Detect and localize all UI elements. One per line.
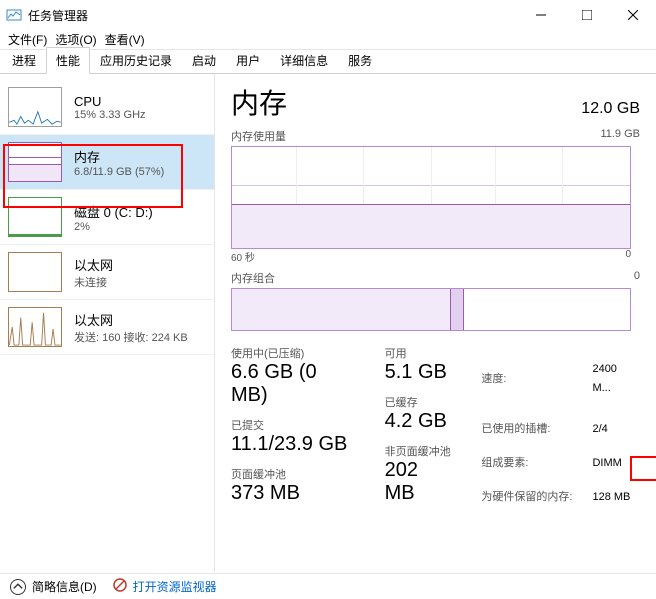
committed-value: 11.1/23.9 GB [231, 433, 359, 456]
composition-in-use [232, 289, 451, 330]
cpu-sparkline-icon [8, 87, 62, 127]
committed-label: 已提交 [231, 417, 359, 433]
xaxis-left: 60 秒 [231, 249, 255, 264]
title-bar: 任务管理器 [0, 0, 656, 30]
in-use-value: 6.6 GB (0 MB) [231, 361, 359, 407]
nonpaged-label: 非页面缓冲池 [385, 443, 454, 459]
sidebar-item-label: 以太网 [74, 255, 113, 274]
cached-value: 4.2 GB [385, 410, 454, 433]
body: CPU 15% 3.33 GHz 内存 6.8/11.9 GB (57%) 磁盘… [0, 74, 656, 572]
chevron-up-icon[interactable] [10, 579, 26, 595]
tab-services[interactable]: 服务 [338, 47, 382, 74]
sidebar-item-ethernet-2[interactable]: 以太网 发送: 160 接收: 224 KB [0, 300, 214, 355]
sidebar-item-label: CPU [74, 94, 146, 109]
sidebar-item-cpu[interactable]: CPU 15% 3.33 GHz [0, 80, 214, 135]
memory-usage-graph[interactable] [231, 146, 631, 249]
sidebar-item-sub: 未连接 [74, 274, 113, 290]
sidebar-item-ethernet-1[interactable]: 以太网 未连接 [0, 245, 214, 300]
tab-users[interactable]: 用户 [226, 47, 270, 74]
resource-monitor-icon [113, 578, 127, 595]
sidebar-item-label: 磁盘 0 (C: D:) [74, 202, 153, 221]
footer: 简略信息(D) 打开资源监视器 [0, 573, 656, 599]
sidebar-item-label: 以太网 [74, 310, 188, 329]
memory-sparkline-icon [8, 142, 62, 182]
brief-view-link[interactable]: 简略信息(D) [32, 578, 97, 595]
composition-label: 内存组合 [231, 270, 275, 286]
close-button[interactable] [610, 0, 656, 30]
memory-composition-bar[interactable] [231, 288, 631, 331]
sidebar-item-disk[interactable]: 磁盘 0 (C: D:) 2% [0, 190, 214, 245]
tab-details[interactable]: 详细信息 [270, 47, 338, 74]
minimize-button[interactable] [518, 0, 564, 30]
menu-options[interactable]: 选项(O) [55, 31, 96, 48]
available-value: 5.1 GB [385, 361, 454, 384]
paged-label: 页面缓冲池 [231, 466, 359, 482]
hw-reserved-value: 128 MB [592, 481, 638, 513]
composition-right: 0 [634, 270, 640, 286]
usage-graph-label: 内存使用量 [231, 128, 286, 144]
available-label: 可用 [385, 345, 454, 361]
menu-view[interactable]: 查看(V) [105, 31, 145, 48]
maximize-button[interactable] [564, 0, 610, 30]
tab-startup[interactable]: 启动 [182, 47, 226, 74]
paged-value: 373 MB [231, 482, 359, 505]
ethernet-sparkline-icon [8, 252, 62, 292]
hw-reserved-label: 为硬件保留的内存: [481, 481, 590, 513]
speed-value: 2400 M... [592, 347, 638, 411]
stats-grid: 使用中(已压缩) 6.6 GB (0 MB) 已提交 11.1/23.9 GB … [231, 345, 640, 515]
total-memory: 12.0 GB [581, 100, 640, 118]
sidebar-item-sub: 发送: 160 接收: 224 KB [74, 329, 188, 345]
tab-app-history[interactable]: 应用历史记录 [90, 47, 182, 74]
tab-bar: 进程 性能 应用历史记录 启动 用户 详细信息 服务 [0, 50, 656, 74]
sidebar-item-sub: 15% 3.33 GHz [74, 109, 146, 121]
ethernet-sparkline-icon [8, 307, 62, 347]
sidebar: CPU 15% 3.33 GHz 内存 6.8/11.9 GB (57%) 磁盘… [0, 74, 215, 572]
sidebar-item-sub: 6.8/11.9 GB (57%) [74, 166, 164, 178]
composition-modified [451, 289, 464, 330]
xaxis-right: 0 [625, 249, 631, 264]
slots-label: 已使用的插槽: [481, 413, 590, 445]
sidebar-item-sub: 2% [74, 221, 153, 233]
usage-graph-max: 11.9 GB [600, 128, 640, 144]
disk-sparkline-icon [8, 197, 62, 237]
cached-label: 已缓存 [385, 394, 454, 410]
in-use-label: 使用中(已压缩) [231, 345, 359, 361]
form-label: 组成要素: [481, 447, 590, 479]
app-icon [6, 7, 22, 23]
open-resource-monitor-link[interactable]: 打开资源监视器 [133, 578, 217, 595]
window-title: 任务管理器 [28, 7, 518, 24]
sidebar-item-label: 内存 [74, 147, 164, 166]
nonpaged-value: 202 MB [385, 459, 454, 505]
tab-processes[interactable]: 进程 [2, 47, 46, 74]
composition-standby [464, 289, 630, 330]
system-info-table: 速度: 2400 M... 已使用的插槽: 2/4 组成要素: DIMM 为硬件… [479, 345, 640, 515]
menu-file[interactable]: 文件(F) [8, 31, 47, 48]
page-title: 内存 [231, 82, 287, 122]
slots-value: 2/4 [592, 413, 638, 445]
sidebar-item-memory[interactable]: 内存 6.8/11.9 GB (57%) [0, 135, 214, 190]
tab-performance[interactable]: 性能 [46, 47, 90, 74]
content-area: 内存 12.0 GB 内存使用量 11.9 GB 60 秒 0 内存组合 0 [215, 74, 656, 572]
form-value: DIMM [592, 447, 638, 479]
speed-label: 速度: [481, 347, 590, 411]
